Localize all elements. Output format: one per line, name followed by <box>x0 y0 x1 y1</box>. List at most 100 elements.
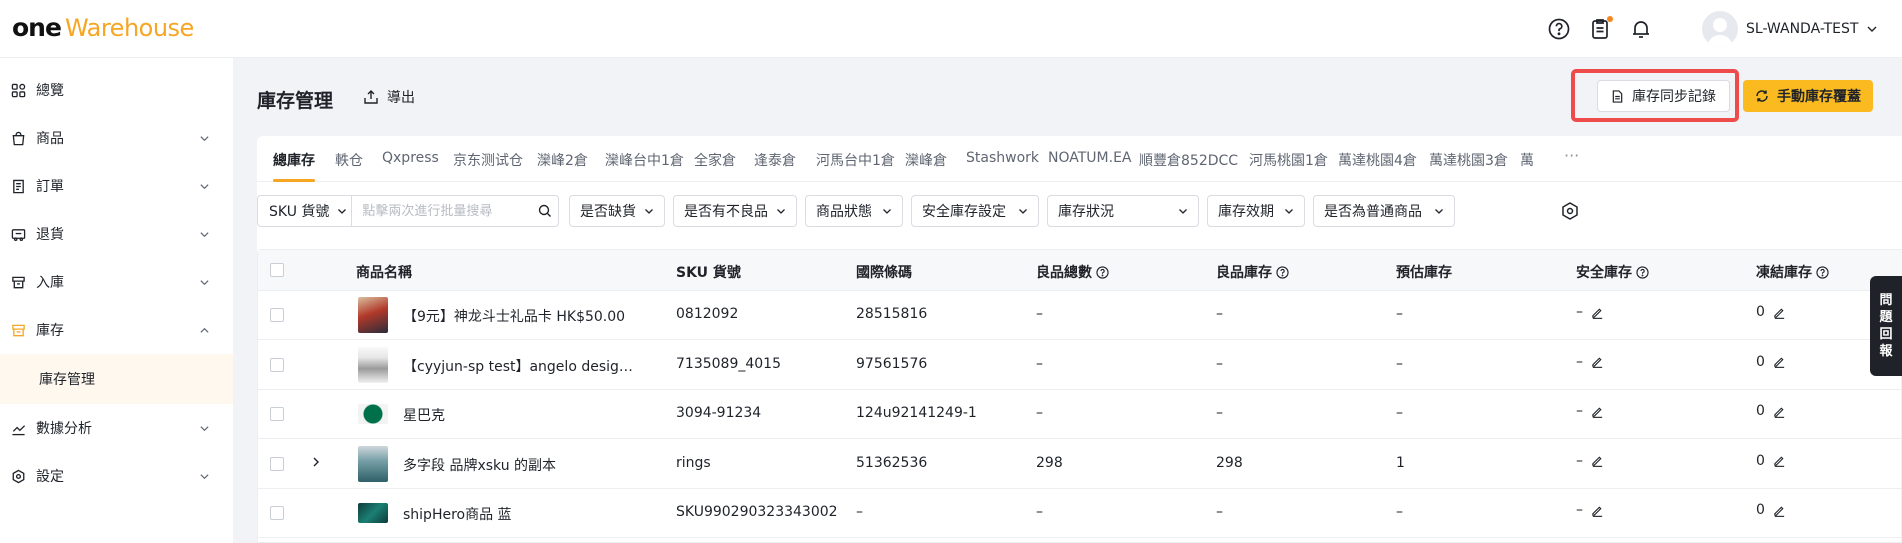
safety-stock-filter[interactable]: 安全庫存設定 <box>911 195 1039 227</box>
sku-search-input[interactable] <box>352 196 533 226</box>
help-circle-icon[interactable] <box>1636 265 1649 279</box>
help-circle-icon[interactable] <box>1546 16 1572 42</box>
tab-warehouse[interactable]: 萬 <box>1520 150 1534 170</box>
edit-icon[interactable] <box>1591 504 1604 517</box>
edit-icon[interactable] <box>1773 504 1786 517</box>
tab-warehouse[interactable]: 灤峰台中1倉 <box>605 150 684 170</box>
edit-icon[interactable] <box>1591 405 1604 418</box>
tabs-more-button[interactable]: ··· <box>1564 146 1579 165</box>
bell-icon[interactable] <box>1628 16 1654 42</box>
tab-warehouse[interactable]: 逢泰倉 <box>754 150 796 170</box>
tab-warehouse[interactable]: Stashwork <box>966 150 1039 166</box>
sidebar-item-label: 訂單 <box>36 179 64 195</box>
clipboard-icon[interactable] <box>1587 16 1613 42</box>
user-menu[interactable]: SL-WANDA-TEST <box>1702 10 1878 48</box>
inventory-status-filter[interactable]: 庫存狀況 <box>1047 195 1199 227</box>
safety-stock-cell: – <box>1576 354 1604 370</box>
sidebar-item-inventory[interactable]: 庫存 <box>0 306 233 354</box>
tab-warehouse[interactable]: Qxpress <box>382 150 439 166</box>
help-circle-icon[interactable] <box>1816 265 1829 279</box>
table-row[interactable]: 【cyyjun-sp test】angelo designed men's sh… <box>258 341 1902 390</box>
tab-warehouse[interactable]: 京东测试仓 <box>453 150 523 170</box>
product-name-cell[interactable]: 【9元】神龙斗士礼品卡 HK$50.00 <box>403 306 625 326</box>
sidebar-item-returns[interactable]: 退貨 <box>0 210 233 258</box>
edit-icon[interactable] <box>1591 454 1604 467</box>
document-icon <box>1612 89 1623 103</box>
sku-cell: rings <box>676 454 711 471</box>
good-total-cell: 298 <box>1036 454 1063 471</box>
help-circle-icon[interactable] <box>1096 265 1109 279</box>
defective-filter[interactable]: 是否有不良品 <box>673 195 797 227</box>
tab-total-inventory[interactable]: 總庫存 <box>273 150 315 170</box>
edit-icon[interactable] <box>1591 355 1604 368</box>
inventory-table: 商品名稱 SKU 貨號 國際條碼 良品總數 良品庫存 預估庫存 安全庫存 凍結庫… <box>257 249 1902 543</box>
product-name-cell[interactable]: 多字段 品牌xsku 的副本 <box>403 455 556 475</box>
tab-warehouse[interactable]: 灤峰2倉 <box>537 150 588 170</box>
safety-stock-value: – <box>1576 353 1583 370</box>
tab-warehouse[interactable]: 灤峰倉 <box>905 150 947 170</box>
column-header-label: 良品總數 <box>1036 265 1092 281</box>
safety-stock-value: – <box>1576 502 1583 518</box>
table-row[interactable]: shipHero商品 蓝 SKU990290323343002 – – – – – 0 <box>258 489 1902 538</box>
tab-warehouse[interactable]: 萬達桃園3倉 <box>1429 150 1508 170</box>
tab-warehouse[interactable]: NOATUM.EA <box>1048 150 1132 166</box>
sidebar-item-label: 總覽 <box>36 83 64 99</box>
regular-product-filter[interactable]: 是否為普通商品 <box>1313 195 1455 227</box>
edit-icon[interactable] <box>1773 355 1786 368</box>
table-row[interactable]: 多字段 品牌xsku 的副本 rings 51362536 298 298 1 – 0 <box>258 440 1902 489</box>
inventory-card: 總庫存 軼仓 Qxpress 京东测试仓 灤峰2倉 灤峰台中1倉 全家倉 逢泰倉… <box>257 136 1902 543</box>
chevron-right-icon[interactable] <box>311 456 321 468</box>
product-thumbnail <box>358 297 388 333</box>
help-circle-icon[interactable] <box>1276 265 1289 279</box>
safety-stock-value: – <box>1576 452 1583 469</box>
tab-warehouse[interactable]: 河馬桃園1倉 <box>1249 150 1328 170</box>
tab-warehouse[interactable]: 萬達桃園4倉 <box>1338 150 1417 170</box>
filter-label: 庫存狀況 <box>1058 204 1114 220</box>
tab-warehouse[interactable]: 河馬台中1倉 <box>816 150 895 170</box>
product-name-cell[interactable]: shipHero商品 蓝 <box>403 504 512 524</box>
chevron-down-icon <box>1867 26 1877 32</box>
app-logo[interactable]: one Warehouse <box>12 10 194 46</box>
sidebar-item-settings[interactable]: 設定 <box>0 452 233 500</box>
sidebar-subitem-inventory-management[interactable]: 庫存管理 <box>0 354 233 404</box>
sync-log-label: 庫存同步記錄 <box>1632 89 1716 105</box>
edit-icon[interactable] <box>1591 306 1604 319</box>
frozen-stock-value: 0 <box>1756 452 1765 469</box>
product-status-filter[interactable]: 商品狀態 <box>805 195 903 227</box>
tab-warehouse[interactable]: 全家倉 <box>694 150 736 170</box>
row-checkbox[interactable] <box>270 308 284 322</box>
row-checkbox[interactable] <box>270 407 284 421</box>
tab-warehouse[interactable]: 軼仓 <box>335 150 363 170</box>
row-checkbox[interactable] <box>270 456 284 471</box>
sidebar-item-analytics[interactable]: 數據分析 <box>0 404 233 452</box>
estimated-stock-cell: 1 <box>1396 454 1405 471</box>
table-settings-icon[interactable] <box>1560 201 1580 221</box>
table-row[interactable]: 星巴克 3094-91234 124u92141249-1 – – – – 0 <box>258 390 1902 439</box>
logo-one-text: one <box>12 13 62 42</box>
select-all-checkbox[interactable] <box>270 263 284 277</box>
sidebar-item-products[interactable]: 商品 <box>0 114 233 162</box>
manual-inventory-cover-button[interactable]: 手動庫存覆蓋 <box>1743 80 1873 112</box>
search-icon[interactable] <box>532 204 558 218</box>
edit-icon[interactable] <box>1773 405 1786 418</box>
table-row[interactable]: 【9元】神龙斗士礼品卡 HK$50.00 0812092 28515816 – – – – 0 <box>258 291 1902 340</box>
product-name-cell[interactable]: 星巴克 <box>403 405 445 425</box>
sidebar-item-overview[interactable]: 總覽 <box>0 66 233 114</box>
sku-field-select[interactable]: SKU 貨號 <box>258 196 353 226</box>
active-tab-indicator <box>273 179 315 182</box>
export-label: 導出 <box>387 90 415 106</box>
product-name-cell[interactable]: 【cyyjun-sp test】angelo designed men's sh… <box>403 356 635 376</box>
feedback-tab[interactable]: 問 題 回 報 <box>1870 276 1902 376</box>
row-checkbox[interactable] <box>270 357 284 372</box>
edit-icon[interactable] <box>1773 306 1786 319</box>
expiry-filter[interactable]: 庫存效期 <box>1207 195 1305 227</box>
export-button[interactable]: 導出 <box>363 87 415 107</box>
inventory-sync-log-button[interactable]: 庫存同步記錄 <box>1597 80 1730 112</box>
row-checkbox[interactable] <box>270 506 284 520</box>
tab-warehouse[interactable]: 順豐倉852DCC <box>1139 150 1238 170</box>
sidebar-item-inbound[interactable]: 入庫 <box>0 258 233 306</box>
sidebar-item-orders[interactable]: 訂單 <box>0 162 233 210</box>
page-title: 庫存管理 <box>257 90 334 112</box>
out-of-stock-filter[interactable]: 是否缺貨 <box>569 195 665 227</box>
edit-icon[interactable] <box>1773 454 1786 467</box>
